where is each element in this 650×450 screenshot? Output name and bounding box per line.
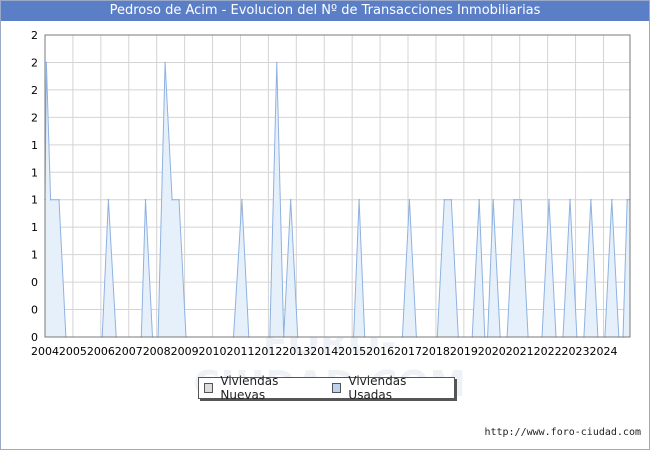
- data-point-viviendas-usadas: [58, 198, 60, 201]
- data-point-viviendas-usadas: [443, 198, 446, 201]
- data-point-viviendas-usadas: [590, 198, 592, 201]
- data-point-viviendas-usadas: [144, 198, 147, 201]
- x-tick-label: 2007: [115, 345, 143, 358]
- x-tick-label: 2009: [171, 345, 199, 358]
- x-tick-label: 2006: [87, 345, 115, 358]
- data-point-viviendas-usadas: [358, 198, 360, 201]
- y-tick-label: 0: [31, 276, 38, 289]
- data-point-viviendas-usadas: [276, 61, 278, 64]
- x-tick-label: 2014: [310, 345, 338, 358]
- chart-legend: Viviendas Nuevas Viviendas Usadas: [198, 374, 455, 402]
- y-tick-label: 2: [31, 29, 38, 42]
- x-tick-label: 2012: [254, 345, 282, 358]
- legend-swatch-usadas: [332, 383, 342, 393]
- x-tick-label: 2021: [506, 345, 534, 358]
- x-tick-label: 2016: [366, 345, 394, 358]
- x-tick-label: 2023: [562, 345, 590, 358]
- data-point-viviendas-usadas: [45, 61, 48, 64]
- x-tick-label: 2010: [199, 345, 227, 358]
- x-tick-label: 2013: [282, 345, 310, 358]
- x-tick-label: 2011: [226, 345, 254, 358]
- data-point-viviendas-usadas: [626, 198, 628, 201]
- data-point-viviendas-usadas: [520, 198, 522, 201]
- x-tick-label: 2022: [534, 345, 562, 358]
- y-tick-label: 2: [31, 56, 38, 69]
- legend-item-nuevas: Viviendas Nuevas: [204, 374, 319, 402]
- x-tick-label: 2015: [338, 345, 366, 358]
- y-tick-label: 1: [31, 221, 38, 234]
- legend-item-usadas: Viviendas Usadas: [332, 374, 446, 402]
- data-point-viviendas-usadas: [241, 198, 243, 201]
- data-point-viviendas-usadas: [408, 198, 411, 201]
- data-point-viviendas-usadas: [450, 198, 453, 201]
- data-point-viviendas-usadas: [548, 198, 550, 201]
- legend-label-usadas: Viviendas Usadas: [348, 374, 407, 402]
- x-tick-label: 2017: [394, 345, 422, 358]
- plot-area: [45, 35, 630, 337]
- data-point-viviendas-usadas: [478, 198, 481, 201]
- footer-url: http://www.foro-ciudad.com: [484, 427, 641, 438]
- data-point-viviendas-usadas: [178, 198, 180, 201]
- x-tick-label: 2005: [59, 345, 87, 358]
- data-point-viviendas-usadas: [171, 198, 173, 201]
- data-point-viviendas-usadas: [289, 198, 292, 201]
- y-tick-label: 1: [31, 249, 38, 262]
- x-tick-label: 2019: [450, 345, 478, 358]
- x-tick-label: 2018: [422, 345, 450, 358]
- y-tick-label: 2: [31, 84, 38, 97]
- data-point-viviendas-usadas: [569, 198, 571, 201]
- legend-label-nuevas: Viviendas Nuevas: [220, 374, 279, 402]
- legend-swatch-nuevas: [204, 383, 214, 393]
- y-tick-label: 1: [31, 194, 38, 207]
- y-tick-label: 0: [31, 304, 38, 317]
- y-tick-label: 1: [31, 139, 38, 152]
- y-tick-label: 2: [31, 111, 38, 124]
- y-tick-label: 1: [31, 166, 38, 179]
- data-point-viviendas-usadas: [611, 198, 613, 201]
- y-tick-label: 0: [31, 331, 38, 344]
- x-tick-label: 2004: [31, 345, 59, 358]
- data-point-viviendas-usadas: [164, 61, 166, 64]
- data-point-viviendas-usadas: [49, 198, 52, 201]
- data-point-viviendas-usadas: [513, 198, 515, 201]
- data-point-viviendas-usadas: [107, 198, 110, 201]
- x-tick-label: 2008: [143, 345, 171, 358]
- x-tick-label: 2024: [589, 345, 617, 358]
- x-tick-label: 2020: [478, 345, 506, 358]
- data-point-viviendas-usadas: [492, 198, 495, 201]
